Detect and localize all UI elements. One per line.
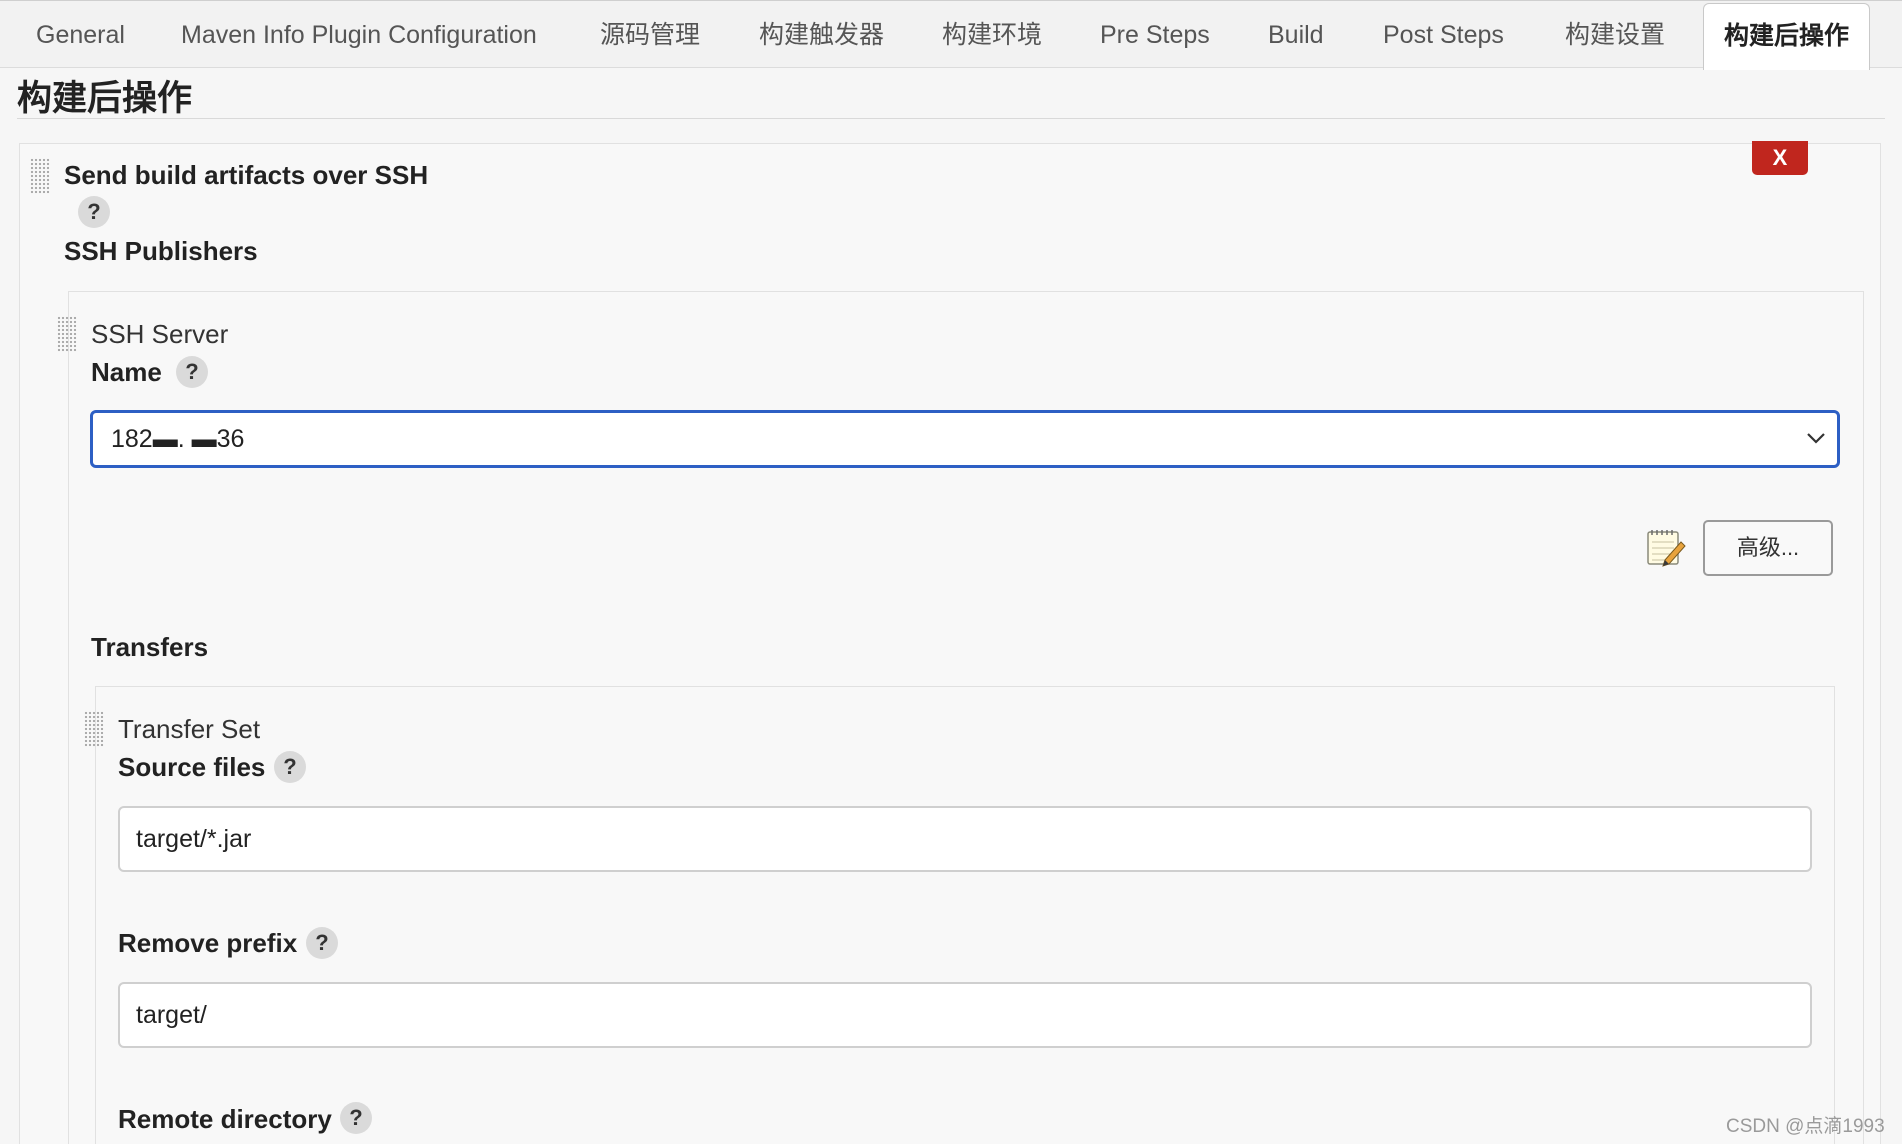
tab-build[interactable]: Build	[1268, 1, 1324, 69]
ssh-server-title: SSH Server	[91, 319, 229, 349]
tab-general[interactable]: General	[36, 1, 125, 69]
section-title: 构建后操作	[17, 79, 193, 118]
tab-pre-steps[interactable]: Pre Steps	[1100, 1, 1210, 69]
help-icon[interactable]: ?	[78, 196, 110, 228]
tab-source-code[interactable]: 源码管理	[600, 1, 700, 69]
drag-handle-icon[interactable]	[30, 158, 50, 194]
drag-handle-icon[interactable]	[57, 316, 77, 352]
name-label: Name	[91, 357, 162, 387]
source-files-label: Source files	[118, 752, 266, 782]
help-icon[interactable]: ?	[176, 356, 208, 388]
remove-prefix-label: Remove prefix	[118, 928, 298, 958]
tab-maven-info-plugin[interactable]: Maven Info Plugin Configuration	[181, 1, 537, 69]
transfers-label: Transfers	[91, 632, 209, 662]
transfer-set-title: Transfer Set	[118, 714, 261, 744]
notepad-edit-icon[interactable]	[1645, 526, 1687, 568]
tab-post-build-actions[interactable]: 构建后操作	[1703, 3, 1871, 70]
help-icon[interactable]: ?	[340, 1102, 372, 1134]
advanced-button[interactable]: 高级...	[1703, 520, 1833, 576]
chevron-down-icon	[1807, 433, 1825, 444]
tab-build-environment[interactable]: 构建环境	[942, 1, 1042, 69]
transfer-set-panel	[95, 686, 1835, 1144]
watermark: CSDN @点滴1993	[1726, 1116, 1885, 1137]
remove-prefix-field[interactable]	[118, 982, 1812, 1048]
remove-prefix-input[interactable]	[120, 984, 1810, 1046]
publisher-title: Send build artifacts over SSH	[64, 160, 429, 190]
tab-post-steps[interactable]: Post Steps	[1383, 1, 1504, 69]
tab-build-settings[interactable]: 构建设置	[1565, 1, 1665, 69]
section-divider	[17, 118, 1885, 119]
ssh-server-name-select[interactable]: 182▬. ▬36	[90, 410, 1840, 468]
ssh-publishers-label: SSH Publishers	[64, 236, 258, 266]
help-icon[interactable]: ?	[306, 927, 338, 959]
tab-build-triggers[interactable]: 构建触发器	[759, 1, 884, 69]
source-files-input[interactable]	[120, 808, 1810, 870]
help-icon[interactable]: ?	[274, 751, 306, 783]
remote-directory-label: Remote directory	[118, 1104, 332, 1134]
config-tab-bar: General Maven Info Plugin Configuration …	[0, 0, 1902, 70]
source-files-field[interactable]	[118, 806, 1812, 872]
ssh-server-name-value: 182▬. ▬36	[111, 425, 245, 453]
drag-handle-icon[interactable]	[84, 711, 104, 747]
delete-publisher-button[interactable]: X	[1752, 141, 1808, 175]
